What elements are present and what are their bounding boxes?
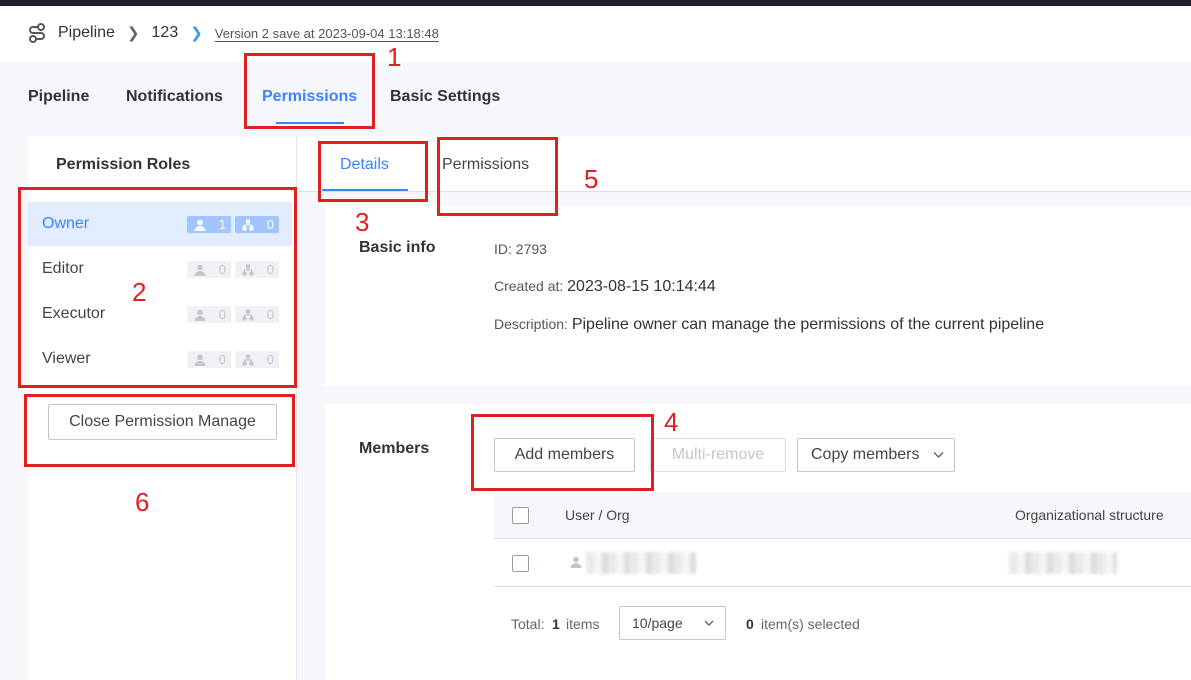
tab-basic-settings[interactable]: Basic Settings (390, 88, 500, 106)
id-line: ID: 2793 (494, 241, 547, 257)
selected-label: item(s) selected (761, 616, 860, 632)
column-org-structure: Organizational structure (1015, 507, 1164, 523)
table-header: User / Org Organizational structure (494, 492, 1191, 539)
column-user-org: User / Org (565, 507, 630, 523)
basic-info-label: Basic info (359, 239, 436, 256)
annotation-number-4: 4 (664, 407, 679, 437)
basic-info-card: Basic info ID: 2793 Created at: 2023-08-… (325, 206, 1191, 386)
sub-tab-bar: Details Permissions (298, 136, 1191, 192)
tab-pipeline[interactable]: Pipeline (28, 88, 89, 106)
description-value: Pipeline owner can manage the permission… (571, 316, 1045, 333)
pipeline-logo-icon (29, 23, 45, 43)
select-all-checkbox[interactable] (512, 507, 529, 524)
annotation-number-2: 2 (132, 277, 147, 307)
pagination-footer: Total: 1 items 10/page 0 item(s) selecte… (494, 604, 1191, 644)
annotation-box-5 (437, 137, 558, 216)
copy-members-dropdown[interactable]: Copy members (797, 438, 955, 472)
annotation-box-3 (318, 141, 428, 202)
row-checkbox[interactable] (512, 555, 529, 572)
avatar-icon (570, 556, 582, 568)
breadcrumb-root[interactable]: Pipeline (58, 24, 115, 42)
annotation-number-5: 5 (584, 164, 599, 194)
annotation-box-1 (244, 53, 375, 129)
created-label: Created at: (494, 278, 564, 294)
chevron-right-icon: ❯ (190, 25, 203, 42)
description-line: Description: Pipeline owner can manage t… (494, 316, 1044, 334)
annotation-number-6: 6 (135, 487, 150, 517)
chevron-right-icon: ❯ (126, 25, 140, 42)
annotation-number-3: 3 (355, 207, 370, 237)
id-value: 2793 (515, 241, 547, 257)
annotation-box-4 (471, 414, 654, 491)
items-label: items (566, 616, 600, 632)
multi-remove-button[interactable]: Multi-remove (650, 438, 786, 472)
breadcrumb-version[interactable]: Version 2 save at 2023-09-04 13:18:48 (215, 26, 439, 41)
page-size-value: 10/page (632, 615, 683, 631)
total-label: Total: (511, 616, 545, 632)
panel-title: Permission Roles (56, 156, 191, 173)
table-row[interactable] (494, 539, 1191, 587)
page-size-select[interactable]: 10/page (619, 606, 726, 640)
copy-members-label: Copy members (811, 446, 920, 463)
header: Pipeline ❯ 123 ❯ Version 2 save at 2023-… (0, 6, 1191, 62)
total-count: 1 (552, 616, 560, 632)
annotation-box-2 (18, 187, 297, 388)
breadcrumb: Pipeline ❯ 123 ❯ Version 2 save at 2023-… (26, 22, 439, 44)
chevron-down-icon (704, 620, 714, 626)
selected-count: 0 (746, 616, 754, 632)
annotation-box-6 (24, 394, 295, 467)
annotation-number-1: 1 (387, 42, 402, 72)
created-value: 2023-08-15 10:14:44 (567, 278, 716, 295)
description-label: Description: (494, 316, 568, 332)
members-label: Members (359, 440, 430, 457)
chevron-down-icon (933, 452, 944, 458)
created-line: Created at: 2023-08-15 10:14:44 (494, 278, 716, 296)
breadcrumb-pipeline-name[interactable]: 123 (152, 24, 179, 42)
redacted-org-structure (1009, 552, 1117, 574)
redacted-user-name (586, 552, 696, 574)
main-tab-bar: Pipeline Notifications Permissions Basic… (0, 62, 1191, 136)
members-card: Members Add members Multi-remove Copy me… (325, 404, 1191, 680)
tab-notifications[interactable]: Notifications (126, 88, 223, 106)
id-label: ID: (494, 241, 512, 257)
